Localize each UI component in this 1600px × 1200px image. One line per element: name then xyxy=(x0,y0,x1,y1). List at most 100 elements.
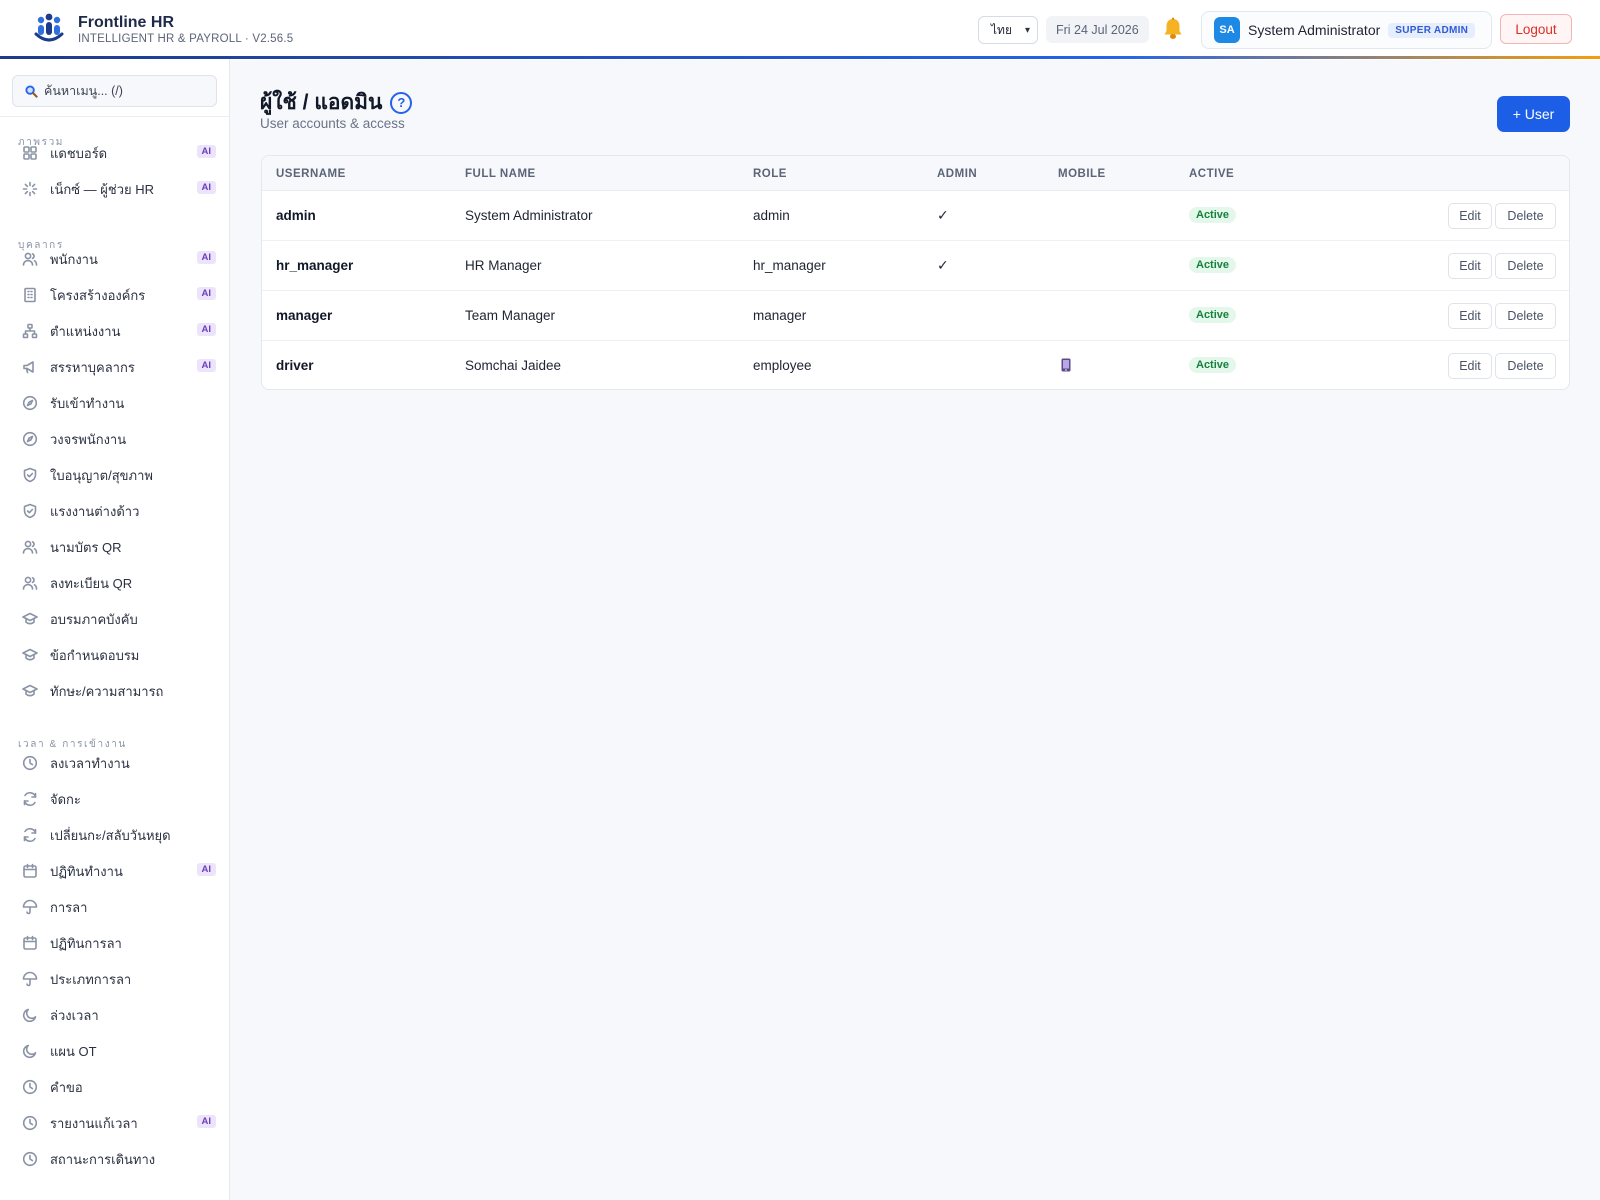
status-badge: Active xyxy=(1189,257,1237,273)
sidebar-item[interactable]: ลงเวลาทำงาน xyxy=(12,748,218,778)
sidebar-item-label: แดชบอร์ด xyxy=(50,145,108,161)
status-badge: Active xyxy=(1189,207,1237,223)
sidebar-item-label: ล่วงเวลา xyxy=(50,1007,99,1023)
sidebar-item-label: เน็กซ์ — ผู้ช่วย HR xyxy=(50,181,154,197)
edit-button[interactable]: Edit xyxy=(1448,203,1492,229)
column-header-admin[interactable]: ADMIN xyxy=(937,168,977,180)
delete-button[interactable]: Delete xyxy=(1495,353,1556,379)
sidebar-item[interactable]: ตำแหน่งงาน AI xyxy=(12,316,218,346)
bell-icon[interactable] xyxy=(1162,17,1184,41)
sidebar-item-label: ประเภทการลา xyxy=(50,971,132,987)
sidebar-item[interactable]: ปฏิทินทำงาน AI xyxy=(12,856,218,886)
sidebar-item-label: คำขอ xyxy=(50,1079,83,1095)
table-row: hr_manager HR Manager hr_manager ✓ Active Edi… xyxy=(262,241,1569,291)
sidebar-item[interactable]: แผน OT xyxy=(12,1036,218,1066)
admin-check-icon: ✓ xyxy=(937,207,949,223)
sidebar-item[interactable]: คำขอ xyxy=(12,1072,218,1102)
delete-button[interactable]: Delete xyxy=(1495,303,1556,329)
cell-full-name: HR Manager xyxy=(465,258,542,273)
edit-button[interactable]: Edit xyxy=(1448,353,1492,379)
column-header-role[interactable]: ROLE xyxy=(753,168,787,180)
cell-role: admin xyxy=(753,208,790,223)
add-user-button[interactable]: + User xyxy=(1497,96,1570,132)
sidebar-item[interactable]: จัดกะ xyxy=(12,784,218,814)
sidebar-item[interactable]: ข้อกำหนดอบรม xyxy=(12,640,218,670)
compass-icon xyxy=(22,431,38,447)
sidebar-item-label: อบรมภาคบังคับ xyxy=(50,611,138,627)
help-icon[interactable]: ? xyxy=(390,91,413,114)
logout-button[interactable]: Logout xyxy=(1500,14,1572,44)
sidebar-item-label: ปฏิทินทำงาน xyxy=(50,863,123,879)
sidebar-item-label: ปฏิทินการลา xyxy=(50,935,122,951)
sidebar-item[interactable]: ปฏิทินการลา xyxy=(12,928,218,958)
clock-icon xyxy=(22,1115,38,1131)
users-table: USERNAME FULL NAME ROLE ADMIN MOBILE ACT… xyxy=(261,155,1570,390)
refresh-icon xyxy=(23,791,37,807)
brand[interactable]: Frontline HR INTELLIGENT HR & PAYROLL · … xyxy=(32,12,293,46)
sidebar-item[interactable]: วงจรพนักงาน xyxy=(12,424,218,454)
umbrella-icon xyxy=(22,971,38,987)
sidebar-item-label: โครงสร้างองค์กร xyxy=(50,287,146,303)
ai-badge: AI xyxy=(196,1115,216,1128)
org-chart-icon xyxy=(22,323,38,339)
status-badge: Active xyxy=(1189,307,1237,323)
sidebar-item-label: ตำแหน่งงาน xyxy=(50,323,121,339)
menu-search-input[interactable]: ค้นหาเมนู... (/) xyxy=(12,75,217,107)
language-select[interactable]: ไทย ▾ xyxy=(978,16,1038,44)
sidebar-item-label: วงจรพนักงาน xyxy=(50,431,127,447)
sidebar-item[interactable]: สถานะการเดินทาง xyxy=(12,1144,218,1174)
page-subtitle: User accounts & access xyxy=(260,116,405,131)
sidebar-item[interactable]: เปลี่ยนกะ/สลับวันหยุด xyxy=(12,820,218,850)
shield-icon xyxy=(23,503,37,519)
sidebar-item[interactable]: ใบอนุญาต/สุขภาพ xyxy=(12,460,218,490)
grid-icon xyxy=(23,146,37,160)
column-header-username[interactable]: USERNAME xyxy=(276,168,346,180)
ai-badge: AI xyxy=(196,251,216,264)
sidebar-item[interactable]: โครงสร้างองค์กร AI xyxy=(12,280,218,310)
delete-button[interactable]: Delete xyxy=(1495,253,1556,279)
sidebar-item[interactable]: การลา xyxy=(12,892,218,922)
edit-button[interactable]: Edit xyxy=(1448,303,1492,329)
table-header: USERNAME FULL NAME ROLE ADMIN MOBILE ACT… xyxy=(262,156,1569,191)
sidebar-item-label: เปลี่ยนกะ/สลับวันหยุด xyxy=(50,827,171,843)
megaphone-icon xyxy=(23,361,34,374)
sidebar-item-label: ใบอนุญาต/สุขภาพ xyxy=(50,467,153,483)
table-row: manager Team Manager manager Active Edit Dele… xyxy=(262,291,1569,341)
delete-button[interactable]: Delete xyxy=(1495,203,1556,229)
sidebar-item-label: ลงทะเบียน QR xyxy=(50,575,133,591)
sidebar-item[interactable]: ประเภทการลา xyxy=(12,964,218,994)
user-menu[interactable]: SA System Administrator SUPER ADMIN xyxy=(1201,11,1492,49)
cell-username: hr_manager xyxy=(276,258,354,273)
graduation-cap-icon xyxy=(22,648,38,661)
sidebar-item[interactable]: รายงานแก้เวลา AI xyxy=(12,1108,218,1138)
sidebar: ค้นหาเมนู... (/) ภาพรวม บุคลากร เวลา & ก… xyxy=(0,59,230,1200)
sidebar-item-label: รายงานแก้เวลา xyxy=(50,1115,138,1131)
calendar-icon xyxy=(23,863,37,878)
sidebar-item[interactable]: พนักงาน AI xyxy=(12,244,218,274)
column-header-active[interactable]: ACTIVE xyxy=(1189,168,1234,180)
sidebar-item-label: สถานะการเดินทาง xyxy=(50,1151,156,1167)
users-icon xyxy=(22,540,38,554)
sidebar-item[interactable]: สรรหาบุคลากร AI xyxy=(12,352,218,382)
ai-badge: AI xyxy=(196,323,216,336)
sidebar-item-label: แรงงานต่างด้าว xyxy=(50,503,140,519)
sidebar-item[interactable]: รับเข้าทำงาน xyxy=(12,388,218,418)
sidebar-item[interactable]: เน็กซ์ — ผู้ช่วย HR AI xyxy=(12,174,218,204)
logo-icon xyxy=(34,13,64,42)
sidebar-item[interactable]: อบรมภาคบังคับ xyxy=(12,604,218,634)
column-header-full-name[interactable]: FULL NAME xyxy=(465,168,536,180)
cell-role: hr_manager xyxy=(753,258,826,273)
chevron-down-icon: ▾ xyxy=(1024,24,1030,36)
sidebar-item[interactable]: นามบัตร QR xyxy=(12,532,218,562)
header-accent-bar xyxy=(0,56,1600,59)
avatar: SA xyxy=(1214,17,1240,43)
sidebar-item[interactable]: ลงทะเบียน QR xyxy=(12,568,218,598)
sidebar-item[interactable]: แรงงานต่างด้าว xyxy=(12,496,218,526)
app-subtitle: INTELLIGENT HR & PAYROLL · V2.56.5 xyxy=(78,32,294,45)
column-header-mobile[interactable]: MOBILE xyxy=(1058,168,1106,180)
ai-badge: AI xyxy=(196,359,216,372)
sidebar-item[interactable]: ล่วงเวลา xyxy=(12,1000,218,1030)
sidebar-item[interactable]: แดชบอร์ด AI xyxy=(12,138,218,168)
sidebar-item[interactable]: ทักษะ/ความสามารถ xyxy=(12,676,218,706)
edit-button[interactable]: Edit xyxy=(1448,253,1492,279)
